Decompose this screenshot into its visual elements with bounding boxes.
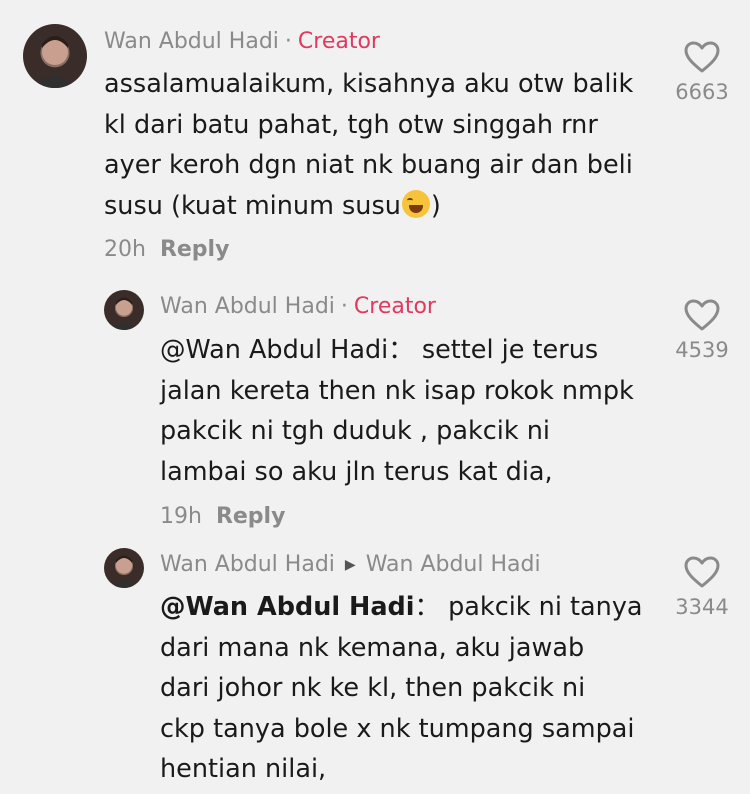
reply-arrow-icon: ▶	[344, 557, 356, 573]
comment-line: assalamualaikum, kisahnya aku otw balik	[104, 69, 634, 99]
timestamp: 20h	[104, 237, 146, 262]
like-count: 6663	[675, 80, 729, 104]
like-count: 4539	[675, 338, 729, 362]
comment-line: jalan kereta then nk isap rokok nmpk	[160, 375, 634, 406]
comment-header: Wan Abdul Hadi ▶ Wan Abdul Hadi	[160, 552, 541, 577]
comment-line-with-emoji: susu (kuat minum susu)	[104, 186, 633, 227]
comment-header: Wan Abdul Hadi · Creator	[104, 29, 380, 54]
reply-to-name[interactable]: Wan Abdul Hadi	[366, 552, 541, 577]
reply-button[interactable]: Reply	[216, 504, 286, 529]
comment-text: @Wan Abdul Hadi： settel je terus jalan k…	[160, 330, 634, 492]
comment-line: dari mana nk kemana, aku jawab	[160, 632, 585, 663]
avatar[interactable]	[104, 290, 144, 330]
comment-line: @Wan Abdul Hadi： pakcik ni tanya	[160, 587, 643, 628]
face-with-tears-of-joy-emoji	[401, 189, 430, 218]
comment-line-text: susu (kuat minum susu	[104, 190, 401, 221]
comment-line: lambai so aku jln terus kat dia,	[160, 456, 553, 487]
comment-meta: 20h Reply	[104, 237, 229, 262]
comment-line: dari johor nk ke kl, then pakcik ni	[160, 673, 586, 703]
author-name[interactable]: Wan Abdul Hadi	[160, 294, 335, 319]
comment-meta: 19h Reply	[160, 504, 285, 529]
comment-line: @Wan Abdul Hadi： settel je terus	[160, 330, 634, 371]
comment-line: ayer keroh dgn niat nk buang air dan bel…	[104, 150, 633, 180]
heart-icon[interactable]	[683, 40, 721, 74]
comment-line: kl dari batu pahat, tgh otw singgah rnr	[104, 109, 598, 140]
comment-line-text: ： pakcik ni tanya	[414, 592, 643, 622]
comment-line: pakcik ni tgh duduk , pakcik ni	[160, 416, 550, 446]
like-button[interactable]: 3344	[667, 555, 737, 619]
separator-dot: ·	[340, 294, 348, 319]
comment-line: ckp tanya bole x nk tumpang sampai	[160, 713, 635, 744]
comment-line-tail: )	[430, 190, 441, 221]
mention[interactable]: @Wan Abdul Hadi	[160, 335, 388, 365]
author-name[interactable]: Wan Abdul Hadi	[160, 552, 335, 577]
comment-header: Wan Abdul Hadi · Creator	[160, 294, 436, 319]
comment-text: @Wan Abdul Hadi： pakcik ni tanya dari ma…	[160, 587, 643, 790]
mention[interactable]: @Wan Abdul Hadi	[160, 592, 415, 622]
avatar[interactable]	[104, 548, 144, 588]
separator-dot: ·	[284, 29, 292, 54]
comment-line: hentian nilai,	[160, 754, 327, 784]
comment-text: assalamualaikum, kisahnya aku otw balik …	[104, 64, 633, 226]
like-count: 3344	[675, 595, 729, 619]
creator-badge: Creator	[297, 29, 380, 54]
like-button[interactable]: 4539	[667, 298, 737, 362]
reply-button[interactable]: Reply	[160, 237, 230, 262]
heart-icon[interactable]	[683, 298, 721, 332]
creator-badge: Creator	[353, 294, 436, 319]
author-name[interactable]: Wan Abdul Hadi	[104, 29, 279, 54]
heart-icon[interactable]	[683, 555, 721, 589]
timestamp: 19h	[160, 504, 202, 529]
comment-line-text: ： settel je terus	[388, 335, 599, 365]
like-button[interactable]: 6663	[667, 40, 737, 104]
avatar[interactable]	[23, 24, 87, 88]
